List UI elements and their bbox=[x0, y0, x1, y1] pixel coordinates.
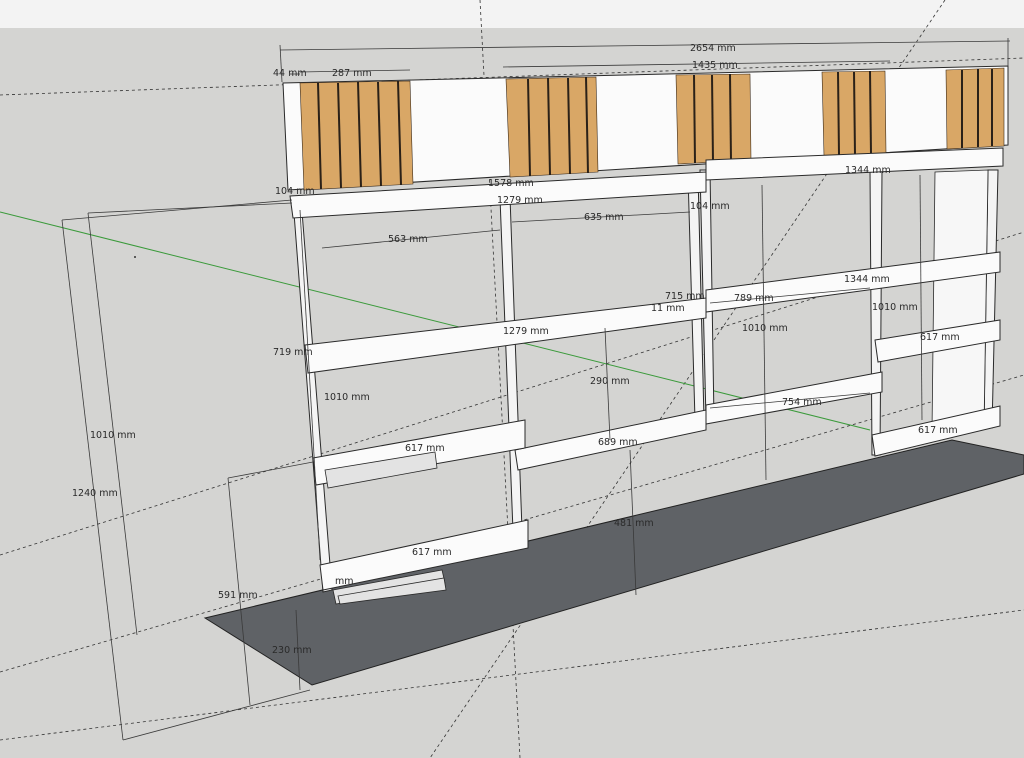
dim-height-1010-a: 1010 mm bbox=[324, 392, 370, 403]
dim-small-104b: 104 mm bbox=[690, 201, 730, 212]
dim-small-11: 11 mm bbox=[651, 303, 685, 314]
dim-span-689: 689 mm bbox=[598, 437, 638, 448]
dim-small-104: 104 mm bbox=[275, 186, 315, 197]
origin-marker bbox=[134, 256, 136, 258]
dim-height-1010-b: 1010 mm bbox=[742, 323, 788, 334]
dim-height-481: 481 mm bbox=[614, 518, 654, 529]
dim-height-230: 230 mm bbox=[272, 645, 312, 656]
dim-small-1578: 1578 mm bbox=[488, 178, 534, 189]
dim-shelf-617-b: 617 mm bbox=[412, 547, 452, 558]
dim-beam-mid-right: 1344 mm bbox=[844, 274, 890, 285]
dim-top-beam-right: 1344 mm bbox=[845, 165, 891, 176]
dim-shelf-617-c: 617 mm bbox=[920, 332, 960, 343]
dim-small-m: mm bbox=[335, 576, 354, 587]
dim-span-789: 789 mm bbox=[734, 293, 774, 304]
dim-span-563: 563 mm bbox=[388, 234, 428, 245]
dim-span-290: 290 mm bbox=[590, 376, 630, 387]
dim-panel-width: 287 mm bbox=[332, 68, 372, 79]
dim-span-635: 635 mm bbox=[584, 212, 624, 223]
dim-total-width: 2654 mm bbox=[690, 43, 736, 54]
dim-beam-mid-left: 1279 mm bbox=[503, 326, 549, 337]
dim-height-1010-d: 1010 mm bbox=[90, 430, 136, 441]
dim-shelf-617-a: 617 mm bbox=[405, 443, 445, 454]
dim-height-591: 591 mm bbox=[218, 590, 258, 601]
dim-shelf-617-d: 617 mm bbox=[918, 425, 958, 436]
top-panel bbox=[282, 65, 1009, 191]
green-axis bbox=[0, 211, 871, 431]
dim-left-gap: 44 mm bbox=[273, 68, 307, 79]
dim-mid-span: 1435 mm bbox=[692, 60, 738, 71]
dim-top-beam-left: 1279 mm bbox=[497, 195, 543, 206]
sketch-viewport[interactable]: 2654 mm 44 mm 287 mm 1435 mm 104 mm 1578… bbox=[0, 0, 1024, 758]
dim-span-754: 754 mm bbox=[782, 397, 822, 408]
top-toolbar bbox=[0, 0, 1024, 28]
dim-height-1010-c: 1010 mm bbox=[872, 302, 918, 313]
dim-height-719: 719 mm bbox=[273, 347, 313, 358]
dim-small-715: 715 mm bbox=[665, 291, 705, 302]
dim-height-1240: 1240 mm bbox=[72, 488, 118, 499]
